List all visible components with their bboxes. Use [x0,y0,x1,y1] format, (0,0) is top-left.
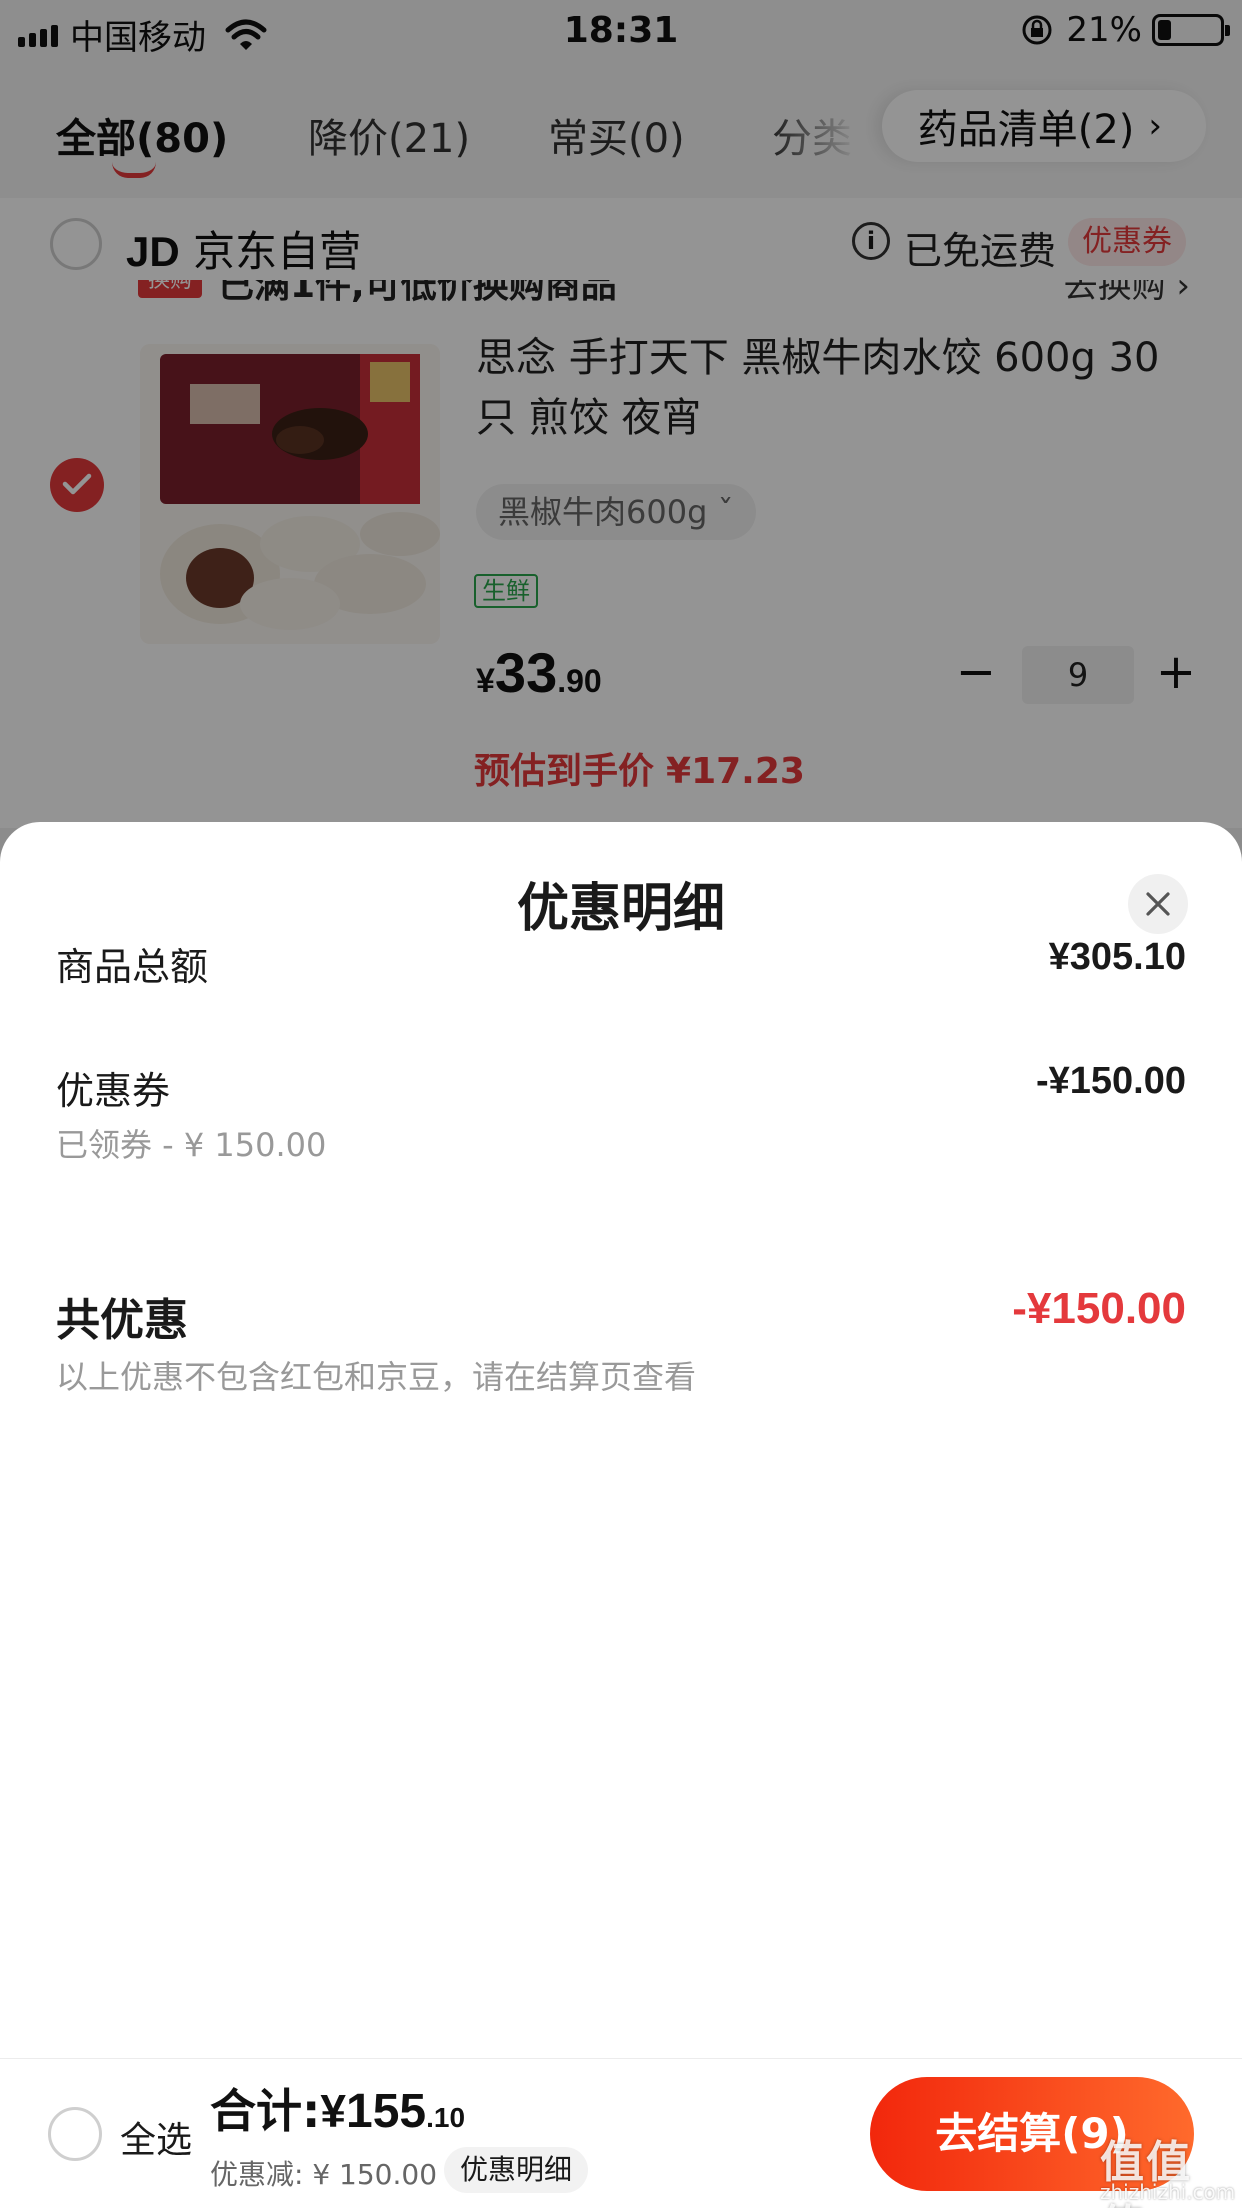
coupon-label: 优惠券 [56,1069,171,1113]
sheet-title: 优惠明细 [516,879,725,939]
discount-detail-button[interactable]: 优惠明细 [444,2147,589,2193]
total-discount-label: 共优惠 [56,1295,188,1346]
sum-integer: 155 [346,2085,427,2138]
watermark-text: zhizhizhi.com [1100,2180,1236,2204]
coupon-value: -¥150.00 [1035,1060,1186,1102]
coupon-subtext: 已领券 - ¥ 150.00 [56,1126,327,1164]
sum-decimal: .10 [426,2102,466,2133]
select-all-radio[interactable] [48,2107,102,2161]
discount-note: 以上优惠不包含红包和京豆，请在结算页查看 [56,1358,697,1396]
sum-label: 合计: [210,2084,321,2138]
checkout-bar: 全选 合计:¥155.10 优惠减: ¥ 150.00 优惠明细 去结算(9) [0,2058,1242,2208]
close-icon [1146,892,1170,916]
discount-amount: 优惠减: ¥ 150.00 [210,2158,438,2191]
goods-total-label: 商品总额 [56,945,209,989]
goods-total-value: ¥305.10 [1048,936,1186,978]
watermark: 值值值 zhizhizhi.com [1100,2126,1236,2208]
discount-detail-sheet: 优惠明细 商品总额 ¥305.10 优惠券 -¥150.00 已领券 - ¥ 1… [0,822,1242,2058]
sum-currency: ¥ [320,2085,346,2137]
total-discount-value: -¥150.00 [1012,1284,1186,1333]
select-all-label[interactable]: 全选 [120,2111,192,2163]
total-sum: 合计:¥155.10 [210,2075,465,2141]
close-button[interactable] [1128,874,1188,934]
